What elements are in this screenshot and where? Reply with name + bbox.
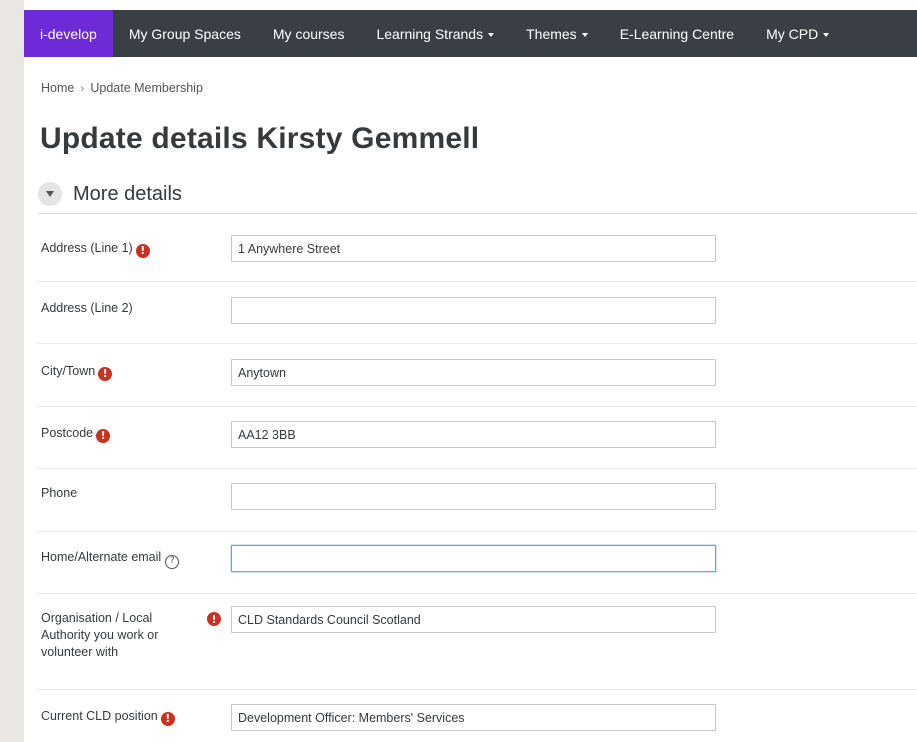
nav-label: My courses (272, 25, 345, 42)
label-text: Current CLD position (41, 709, 158, 723)
nav-label: My Group Spaces (128, 25, 241, 42)
postcode-input[interactable] (231, 421, 716, 448)
phone-input[interactable] (231, 483, 716, 510)
breadcrumb-home-link[interactable]: Home (41, 81, 74, 95)
address1-label: Address (Line 1)! (41, 240, 201, 258)
page: i-develop My Group Spaces My courses Lea… (24, 0, 917, 742)
brand-link[interactable]: i-develop (24, 10, 113, 57)
breadcrumb-current[interactable]: Update Membership (90, 81, 203, 95)
label-text: Address (Line 1) (41, 241, 133, 255)
page-title: Update details Kirsty Gemmell (40, 122, 480, 155)
form-row-position: Current CLD position! (38, 690, 917, 742)
required-icon: ! (207, 612, 221, 626)
nav-label: My CPD (766, 25, 819, 42)
top-navbar: i-develop My Group Spaces My courses Lea… (24, 10, 917, 57)
required-icon: ! (135, 243, 150, 258)
caret-down-icon (488, 32, 495, 37)
nav-label: E-Learning Centre (619, 25, 735, 42)
more-details-header[interactable]: More details (38, 182, 182, 206)
form-row-alt-email: Home/Alternate email? (38, 532, 917, 594)
nav-label: Themes (526, 25, 577, 42)
phone-label: Phone (41, 485, 201, 502)
postcode-label: Postcode! (41, 425, 201, 443)
nav-item-themes[interactable]: Themes (510, 10, 604, 57)
chevron-down-icon (46, 191, 54, 197)
position-label: Current CLD position! (41, 708, 201, 726)
address2-input[interactable] (231, 297, 716, 324)
caret-down-icon (581, 32, 588, 37)
form-row-address1: Address (Line 1)! (38, 214, 917, 282)
form-row-organisation: Organisation / Local Authority you work … (38, 594, 917, 690)
form-row-postcode: Postcode! (38, 407, 917, 469)
collapse-toggle[interactable] (38, 182, 62, 206)
form-row-phone: Phone (38, 469, 917, 532)
form-row-address2: Address (Line 2) (38, 282, 917, 344)
nav-item-my-cpd[interactable]: My CPD (750, 10, 845, 57)
breadcrumb: Home › Update Membership (41, 81, 203, 95)
organisation-input[interactable] (231, 606, 716, 633)
address2-label: Address (Line 2) (41, 300, 201, 317)
label-text: Organisation / Local Authority you work … (41, 611, 159, 659)
address1-input[interactable] (231, 235, 716, 262)
required-icon: ! (160, 711, 175, 726)
section-title: More details (73, 182, 182, 205)
required-icon: ! (98, 366, 113, 381)
breadcrumb-separator-icon: › (80, 81, 85, 95)
city-label: City/Town! (41, 363, 201, 381)
label-text: Home/Alternate email (41, 550, 162, 564)
label-text: Postcode (41, 426, 94, 440)
nav-item-my-courses[interactable]: My courses (257, 10, 361, 57)
label-text: Phone (41, 486, 78, 500)
alt-email-input[interactable] (231, 545, 716, 572)
nav-label: Learning Strands (376, 25, 484, 42)
required-icon: ! (96, 428, 111, 443)
nav-item-my-group-spaces[interactable]: My Group Spaces (113, 10, 257, 57)
label-text: City/Town (41, 364, 96, 378)
position-input[interactable] (231, 704, 716, 731)
label-text: Address (Line 2) (41, 301, 133, 315)
alt-email-label: Home/Alternate email? (41, 549, 201, 569)
city-input[interactable] (231, 359, 716, 386)
caret-down-icon (823, 32, 830, 37)
question-circle-icon[interactable]: ? (165, 554, 180, 569)
nav-item-e-learning-centre[interactable]: E-Learning Centre (604, 10, 750, 57)
nav-item-learning-strands[interactable]: Learning Strands (360, 10, 510, 57)
form-row-city: City/Town! (38, 344, 917, 407)
organisation-label: Organisation / Local Authority you work … (41, 610, 181, 661)
